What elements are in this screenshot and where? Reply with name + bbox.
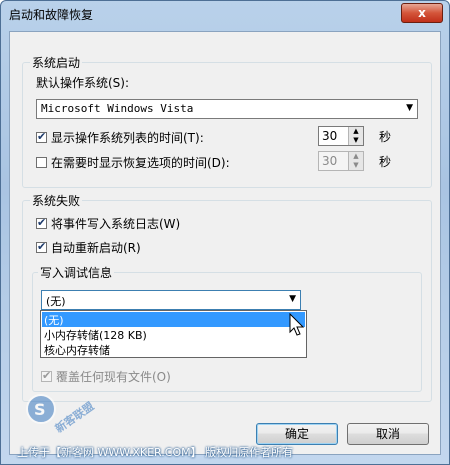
auto-restart-row: ✔ 自动重新启动(R): [36, 239, 141, 256]
default-os-select[interactable]: Microsoft Windows Vista ▼: [36, 99, 418, 119]
overwrite-checkbox[interactable]: ✔: [41, 369, 52, 382]
mouse-cursor-icon: [289, 313, 305, 336]
default-os-value: Microsoft Windows Vista: [41, 102, 194, 115]
spin-down-icon[interactable]: ▼: [349, 161, 363, 170]
failure-group-label: 系统失败: [30, 192, 83, 209]
checkmark-icon: ✔: [37, 216, 47, 229]
spin-down-icon[interactable]: ▼: [349, 136, 363, 145]
show-os-list-row: ✔ 显示操作系统列表的时间(T):: [36, 129, 204, 146]
startup-group-label: 系统启动: [30, 54, 83, 71]
dropdown-option-small-dump[interactable]: 小内存转储(128 KB): [42, 327, 305, 342]
debug-info-select[interactable]: (无) ▼: [41, 290, 301, 310]
chevron-down-icon: ▼: [406, 103, 413, 113]
title-bar[interactable]: 启动和故障恢复 x: [1, 1, 449, 27]
spinner-buttons[interactable]: ▲ ▼: [348, 152, 363, 170]
cancel-button[interactable]: 取消: [347, 423, 429, 445]
show-os-list-spinner[interactable]: 30 ▲ ▼: [318, 126, 364, 146]
spinner-buttons[interactable]: ▲ ▼: [348, 127, 363, 145]
write-event-label: 将事件写入系统日志(W): [51, 217, 181, 231]
dialog-window: 启动和故障恢复 x 系统启动 默认操作系统(S): Microsoft Wind…: [0, 0, 450, 465]
write-event-checkbox[interactable]: ✔: [36, 216, 47, 229]
debug-info-label: 写入调试信息: [38, 264, 115, 281]
ok-button[interactable]: 确定: [256, 423, 338, 445]
auto-restart-checkbox[interactable]: ✔: [36, 240, 47, 253]
svg-text:新客联盟: 新客联盟: [52, 399, 96, 436]
checkmark-icon: ✔: [42, 369, 52, 382]
debug-info-dropdown-list: (无) 小内存转储(128 KB) 核心内存转储: [40, 310, 307, 358]
write-event-row: ✔ 将事件写入系统日志(W): [36, 215, 180, 232]
show-os-list-label: 显示操作系统列表的时间(T):: [51, 131, 204, 145]
dropdown-option-kernel-dump[interactable]: 核心内存转储: [42, 342, 305, 357]
dropdown-option-none[interactable]: (无): [42, 312, 305, 327]
spin-up-icon[interactable]: ▲: [349, 152, 363, 161]
show-recovery-value: 30: [322, 154, 338, 168]
show-recovery-checkbox[interactable]: [36, 157, 47, 168]
svg-text:S: S: [34, 400, 46, 419]
debug-info-value: (无): [46, 295, 66, 308]
show-os-list-value: 30: [322, 129, 338, 143]
spin-up-icon[interactable]: ▲: [349, 127, 363, 136]
watermark-text: 上传于【新客网 WWW.XKER.COM】 版权归原作者所有: [17, 446, 294, 459]
show-recovery-unit: 秒: [379, 155, 392, 169]
auto-restart-label: 自动重新启动(R): [51, 241, 141, 255]
close-icon: x: [418, 6, 426, 20]
default-os-label: 默认操作系统(S):: [36, 76, 130, 90]
window-title: 启动和故障恢复: [9, 8, 94, 22]
show-os-list-unit: 秒: [379, 130, 392, 144]
checkmark-icon: ✔: [37, 130, 47, 143]
show-os-list-checkbox[interactable]: ✔: [36, 130, 47, 143]
show-recovery-row: 在需要时显示恢复选项的时间(D):: [36, 154, 230, 171]
checkmark-icon: ✔: [37, 240, 47, 253]
show-recovery-spinner[interactable]: 30 ▲ ▼: [318, 151, 364, 171]
chevron-down-icon: ▼: [289, 294, 296, 304]
close-button[interactable]: x: [401, 3, 443, 23]
show-recovery-label: 在需要时显示恢复选项的时间(D):: [51, 156, 230, 170]
